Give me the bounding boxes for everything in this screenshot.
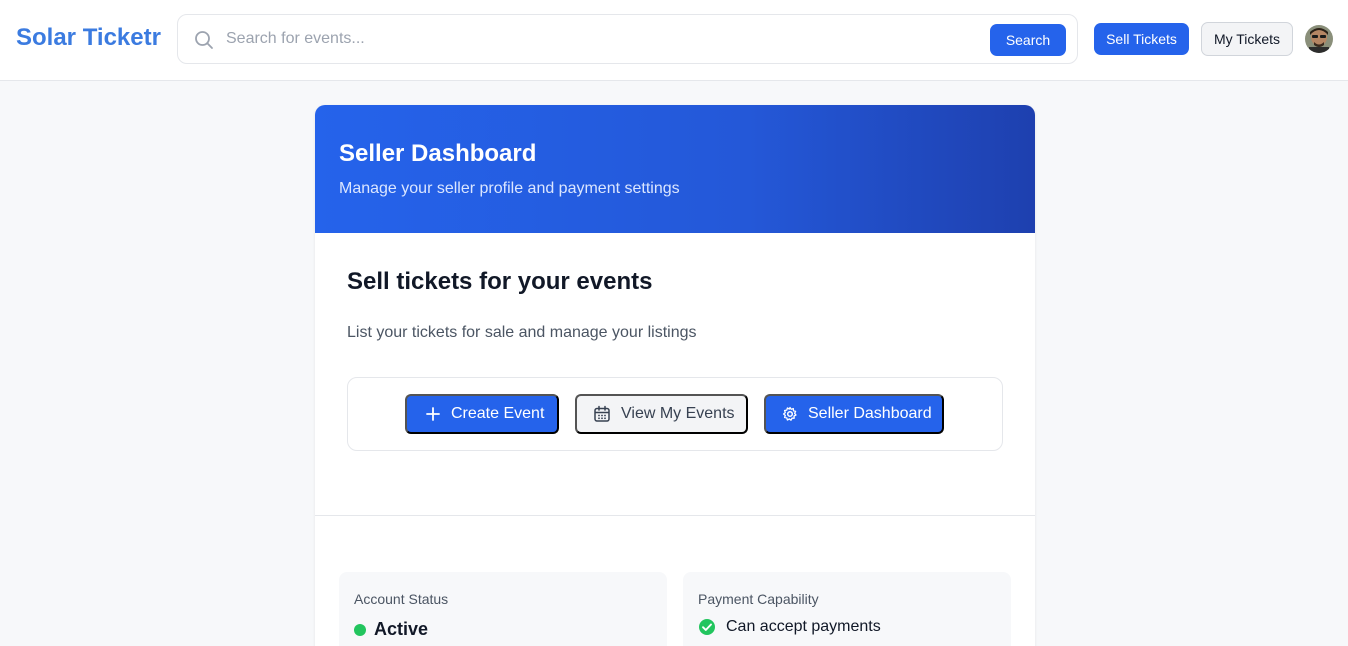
create-event-button[interactable]: Create Event xyxy=(405,394,559,434)
page-subtitle: Manage your seller profile and payment s… xyxy=(339,180,680,197)
payment-capability-card: Payment Capability Can accept payments xyxy=(683,572,1011,646)
calendar-icon xyxy=(594,405,610,422)
sell-tickets-button[interactable]: Sell Tickets xyxy=(1094,23,1189,55)
account-status-label: Account Status xyxy=(354,591,449,607)
account-status-card: Account Status Active xyxy=(339,572,667,646)
view-my-events-label: View My Events xyxy=(621,405,735,422)
section-divider xyxy=(315,515,1035,516)
search-bar: Search xyxy=(177,14,1078,64)
hero-banner: Seller Dashboard Manage your seller prof… xyxy=(315,105,1035,233)
status-dot-icon xyxy=(354,624,366,636)
check-circle-icon xyxy=(699,619,715,635)
action-panel: Create Event View My Events Seller Dashb… xyxy=(347,377,1003,451)
page-title: Seller Dashboard xyxy=(339,140,537,167)
seller-card: Seller Dashboard Manage your seller prof… xyxy=(315,105,1035,646)
section-title: Sell tickets for your events xyxy=(347,268,653,295)
payment-capability-value: Can accept payments xyxy=(726,618,881,635)
plus-icon xyxy=(426,407,440,421)
seller-dashboard-label: Seller Dashboard xyxy=(808,405,932,422)
top-nav-bar: Solar Ticketr Search Sell Tickets My Tic… xyxy=(0,0,1348,81)
account-status-value: Active xyxy=(374,619,429,639)
seller-dashboard-button[interactable]: Seller Dashboard xyxy=(764,394,944,434)
gear-icon xyxy=(782,406,797,421)
search-icon xyxy=(195,31,213,49)
payment-capability-label: Payment Capability xyxy=(698,591,819,607)
user-avatar[interactable] xyxy=(1305,25,1333,53)
my-tickets-button[interactable]: My Tickets xyxy=(1201,22,1293,56)
search-button[interactable]: Search xyxy=(990,24,1066,56)
search-input[interactable] xyxy=(226,25,966,53)
section-subtitle: List your tickets for sale and manage yo… xyxy=(347,324,697,341)
logo[interactable]: Solar Ticketr xyxy=(16,24,161,52)
view-my-events-button[interactable]: View My Events xyxy=(575,394,748,434)
avatar-image xyxy=(1305,25,1333,53)
create-event-label: Create Event xyxy=(451,405,545,422)
